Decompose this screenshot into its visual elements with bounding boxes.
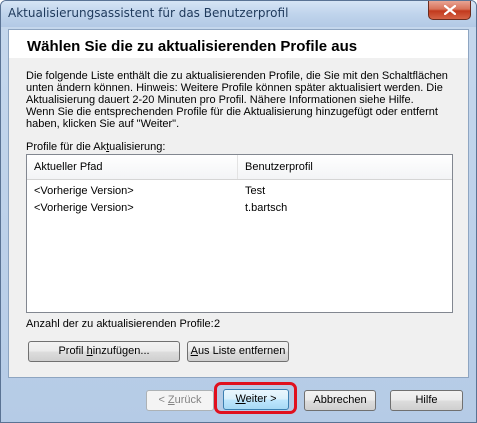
row-path: <Vorherige Version> [34, 202, 134, 214]
next-button[interactable]: Weiter > [219, 387, 293, 412]
header-band: Wählen Sie die zu aktualisierenden Profi… [9, 30, 468, 58]
profile-list-label: Profile für die Aktualisierung: [26, 141, 166, 153]
profile-count-value: 2 [214, 318, 221, 330]
description-line-1: Die folgende Liste enthält die zu aktual… [26, 70, 448, 82]
column-header-current-path[interactable]: Aktueller Pfad [27, 155, 238, 179]
description-line-2: unten ändern können. Hinweis: Weitere Pr… [26, 82, 443, 94]
back-button[interactable]: < Zurück [146, 390, 214, 411]
description-line-5: haben, klicken Sie auf "Weiter". [26, 118, 180, 130]
help-button[interactable]: Hilfe [390, 390, 463, 411]
dialog-client-area: Wählen Sie die zu aktualisierenden Profi… [8, 29, 469, 378]
description-line-4: Wenn Sie die entsprechenden Profile für … [26, 106, 438, 118]
page-title: Wählen Sie die zu aktualisierenden Profi… [27, 38, 358, 55]
row-profile: t.bartsch [245, 202, 288, 214]
row-profile: Test [245, 185, 266, 197]
column-header-user-profile[interactable]: Benutzerprofil [238, 155, 452, 179]
next-button-face[interactable]: Weiter > [223, 389, 289, 410]
wizard-window: Aktualisierungsassistent für das Benutze… [0, 0, 477, 423]
description-text: Die folgende Liste enthält die zu aktual… [26, 70, 456, 130]
close-icon [444, 5, 456, 15]
row-path: <Vorherige Version> [34, 185, 134, 197]
list-header: Aktueller Pfad Benutzerprofil [27, 155, 452, 180]
profile-count-label: Anzahl der zu aktualisierenden Profile: [26, 318, 214, 330]
table-row[interactable]: <Vorherige Version> t.bartsch [27, 200, 452, 217]
remove-from-list-button[interactable]: Aus Liste entfernen [187, 341, 289, 362]
add-profile-button[interactable]: Profil hinzufügen... [28, 341, 180, 362]
cancel-button[interactable]: Abbrechen [304, 390, 376, 411]
title-bar[interactable]: Aktualisierungsassistent für das Benutze… [1, 1, 476, 27]
profile-list[interactable]: Aktueller Pfad Benutzerprofil <Vorherige… [26, 154, 453, 313]
table-row[interactable]: <Vorherige Version> Test [27, 183, 452, 200]
close-button[interactable] [428, 1, 471, 20]
description-line-3: Aktualisierung dauert 2-20 Minuten pro P… [26, 94, 414, 106]
window-title: Aktualisierungsassistent für das Benutze… [8, 6, 289, 20]
